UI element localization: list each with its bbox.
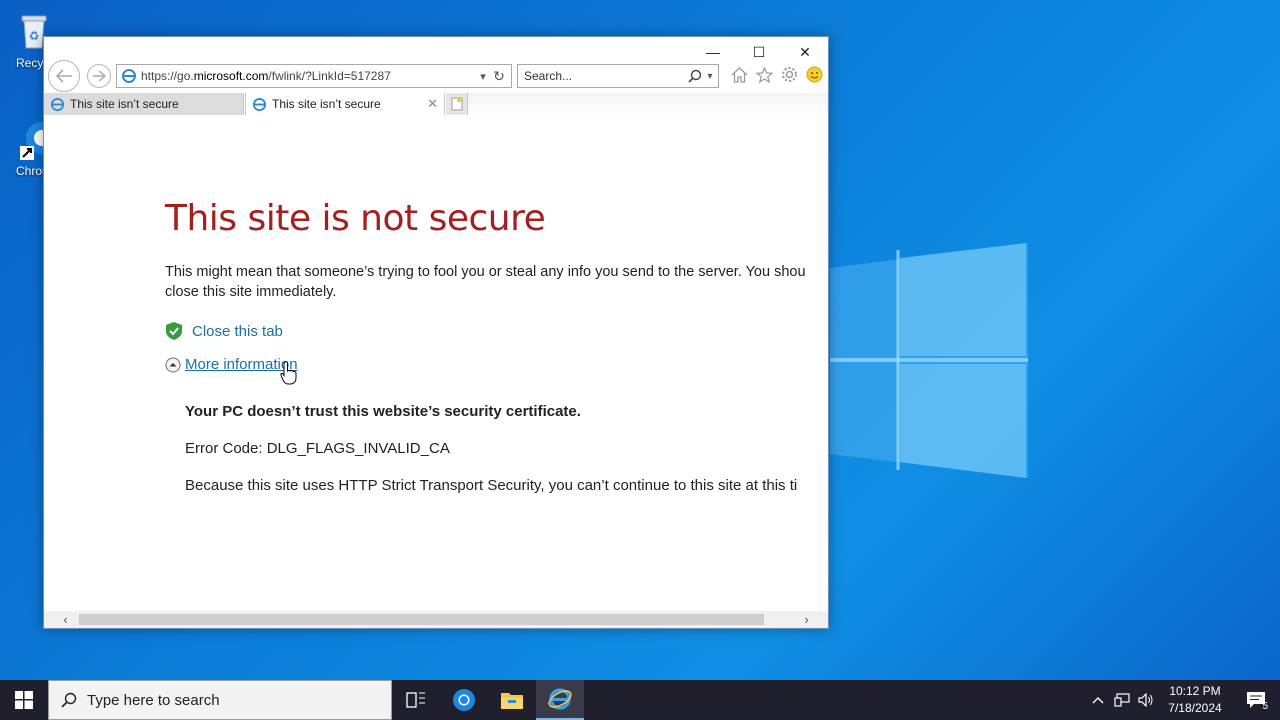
ie-window: — ☐ ✕ https://go.microsoft.com/fwlink/?L… xyxy=(43,36,829,629)
show-hidden-icons-chevron-icon[interactable] xyxy=(1086,680,1110,720)
url-path: /fwlink/?LinkId=517287 xyxy=(268,69,391,83)
task-view-icon xyxy=(406,692,425,708)
volume-icon[interactable] xyxy=(1134,680,1158,720)
windows-start-icon xyxy=(15,691,33,709)
search-dropdown-icon[interactable]: ▾ xyxy=(702,71,718,82)
hsts-explanation-text: Because this site uses HTTP Strict Trans… xyxy=(185,477,798,494)
tab-strip: This site isn’t secure This site isn’t s… xyxy=(44,93,828,115)
favorites-star-icon[interactable] xyxy=(755,65,774,84)
tab-label: This site isn’t secure xyxy=(272,97,381,111)
navigation-bar: https://go.microsoft.com/fwlink/?LinkId=… xyxy=(44,60,828,92)
taskbar-search-placeholder: Type here to search xyxy=(87,691,220,709)
chrome-icon xyxy=(453,689,475,711)
search-placeholder: Search... xyxy=(524,69,573,83)
svg-text:♻: ♻ xyxy=(29,29,40,43)
notification-count-badge: 5 xyxy=(1262,701,1268,712)
taskbar: Type here to search 10:12 PM 7/18/2024 5 xyxy=(0,680,1280,720)
address-url[interactable]: https://go.microsoft.com/fwlink/?LinkId=… xyxy=(137,69,475,83)
folder-icon xyxy=(501,693,523,709)
home-icon[interactable] xyxy=(730,65,749,84)
ie-page-icon xyxy=(122,69,136,83)
page-content: This site is not secure This might mean … xyxy=(44,115,828,611)
page-description-line: This might mean that someone’s trying to… xyxy=(165,264,806,280)
certificate-error-heading: Your PC doesn’t trust this website’s sec… xyxy=(185,403,581,420)
close-this-tab-label: Close this tab xyxy=(192,322,283,340)
settings-gear-icon[interactable] xyxy=(780,65,799,84)
action-center-button[interactable]: 5 xyxy=(1232,680,1280,720)
close-tab-icon[interactable]: ✕ xyxy=(427,96,438,112)
ie-tab-icon xyxy=(50,97,65,111)
taskbar-search-box[interactable]: Type here to search xyxy=(48,680,392,720)
taskbar-chrome-button[interactable] xyxy=(440,680,488,720)
scrollbar-thumb[interactable] xyxy=(79,614,764,625)
search-icon[interactable] xyxy=(688,69,702,83)
feedback-smiley-icon[interactable] xyxy=(805,65,824,84)
url-domain: microsoft.com xyxy=(193,69,269,83)
green-shield-icon xyxy=(166,322,182,340)
page-description: This might mean that someone’s trying to… xyxy=(165,262,828,302)
new-tab-icon xyxy=(451,97,462,111)
page-title: This site is not secure xyxy=(165,198,546,239)
taskbar-ie-button[interactable] xyxy=(536,680,584,720)
back-arrow-icon xyxy=(55,69,72,83)
back-button[interactable] xyxy=(48,60,80,92)
tab-inactive[interactable]: This site isn’t secure xyxy=(44,93,244,115)
search-box[interactable]: Search... ▾ xyxy=(517,64,719,88)
search-icon xyxy=(61,692,77,708)
expand-collapse-icon xyxy=(165,357,181,372)
forward-button[interactable] xyxy=(87,64,111,88)
refresh-icon[interactable]: ↻ xyxy=(491,68,507,85)
start-button[interactable] xyxy=(0,680,48,720)
url-prefix: https://go. xyxy=(141,69,194,83)
scroll-left-icon[interactable]: ‹ xyxy=(57,611,74,628)
error-code-text: Error Code: DLG_FLAGS_INVALID_CA xyxy=(185,440,450,457)
address-dropdown-icon[interactable]: ▾ xyxy=(475,70,491,83)
close-this-tab-link[interactable]: Close this tab xyxy=(165,321,283,341)
ie-tab-icon xyxy=(252,97,267,111)
system-tray: 10:12 PM 7/18/2024 5 xyxy=(1086,680,1280,720)
clock-time: 10:12 PM xyxy=(1169,684,1221,698)
tab-active[interactable]: This site isn’t secure ✕ xyxy=(245,93,445,115)
address-bar[interactable]: https://go.microsoft.com/fwlink/?LinkId=… xyxy=(116,64,512,88)
internet-explorer-icon xyxy=(548,688,572,710)
toolbar-icons xyxy=(730,65,824,84)
page-description-line: close this site immediately. xyxy=(165,284,337,300)
hand-cursor-icon xyxy=(280,361,297,385)
scroll-right-icon[interactable]: › xyxy=(798,611,815,628)
taskbar-clock[interactable]: 10:12 PM 7/18/2024 xyxy=(1158,683,1232,717)
tab-label: This site isn’t secure xyxy=(70,97,179,111)
new-tab-button[interactable] xyxy=(446,93,468,115)
taskbar-file-explorer-button[interactable] xyxy=(488,680,536,720)
tab-strip-background xyxy=(468,93,828,115)
clock-date: 7/18/2024 xyxy=(1168,701,1222,715)
task-view-button[interactable] xyxy=(392,680,440,720)
network-icon[interactable] xyxy=(1110,680,1134,720)
more-information-link[interactable]: More information xyxy=(165,356,298,373)
forward-arrow-icon xyxy=(93,70,106,82)
horizontal-scrollbar[interactable]: ‹ › xyxy=(44,611,828,628)
